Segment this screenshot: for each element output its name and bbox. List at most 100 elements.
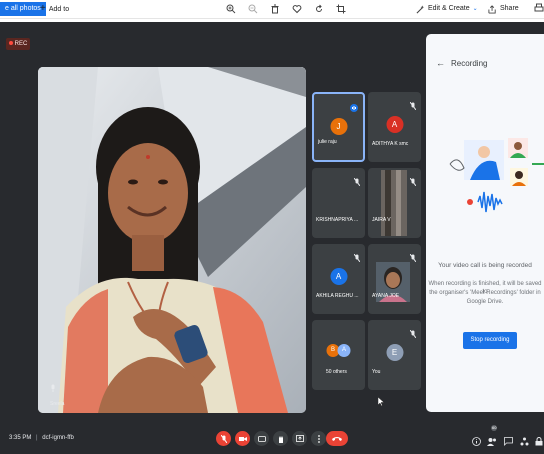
photos-toolbar: e all photos + Add to Edit & Create ⌄ Sha… — [0, 0, 544, 19]
meeting-control-bar: 3:35 PM | dcf-igmn-ffb 60 — [0, 425, 544, 454]
crop-icon — [336, 4, 346, 14]
zoom-in-icon — [226, 4, 236, 14]
rec-badge: REC — [6, 38, 30, 50]
present-icon — [295, 435, 304, 442]
zoom-out-button[interactable] — [242, 1, 264, 17]
edit-create-button[interactable]: Edit & Create ⌄ — [416, 2, 478, 16]
participant-name: 50 others — [326, 369, 347, 375]
share-label: Share — [500, 5, 519, 12]
plus-icon: + — [40, 3, 46, 14]
participant-tile-julie[interactable]: J julie raju — [312, 92, 365, 162]
phone-hangup-icon — [332, 437, 342, 441]
add-to-label: Add to — [48, 6, 70, 13]
share-button[interactable]: Share — [488, 2, 519, 16]
participant-tile-jaira[interactable]: JAIRA V — [368, 168, 421, 238]
people-icon — [487, 438, 496, 446]
activities-button[interactable] — [520, 433, 529, 451]
panel-header: ← Recording — [436, 58, 487, 68]
share-icon — [488, 4, 496, 14]
crop-button[interactable] — [330, 1, 352, 17]
mic-off-icon — [409, 249, 417, 267]
present-button[interactable] — [292, 431, 307, 446]
speaking-indicator-icon — [350, 99, 358, 117]
see-all-photos-button[interactable]: e all photos — [0, 2, 46, 16]
recording-message-title: Your video call is being recorded — [438, 262, 532, 269]
hand-icon — [278, 435, 283, 443]
people-button[interactable]: 60 — [487, 425, 498, 451]
delete-button[interactable] — [264, 1, 286, 17]
participant-name: ADITHYA K smc — [372, 141, 409, 147]
favorite-button[interactable] — [286, 1, 308, 17]
mic-off-icon — [353, 173, 361, 191]
others-tile[interactable]: B A 50 others — [312, 320, 365, 390]
avatar: J — [330, 118, 347, 135]
participant-name: You — [372, 369, 381, 375]
stop-recording-button[interactable]: Stop recording — [463, 332, 517, 349]
viewer-tools — [220, 1, 352, 17]
mic-toggle-button[interactable] — [216, 431, 231, 446]
trash-icon — [271, 4, 279, 14]
print-icon — [534, 3, 544, 12]
more-vert-icon — [317, 434, 320, 443]
leave-call-button[interactable] — [326, 431, 348, 446]
meeting-window: REC Sreela J julie raju A ADITHYA K smc … — [0, 22, 544, 454]
participant-name: julie raju — [318, 139, 337, 145]
print-button[interactable] — [534, 3, 544, 15]
zoom-in-button[interactable] — [220, 1, 242, 17]
lock-button[interactable] — [535, 433, 543, 451]
mic-off-icon — [50, 379, 56, 397]
participant-video — [38, 67, 306, 413]
more-options-button[interactable] — [311, 431, 326, 446]
meeting-time: 3:35 PM — [9, 435, 32, 441]
recording-illustration — [449, 138, 544, 213]
captions-icon — [257, 435, 266, 442]
participant-name: AKHILA REGHU ... — [316, 293, 359, 299]
raise-hand-button[interactable] — [273, 431, 288, 446]
lock-icon — [535, 437, 543, 446]
record-dot-icon — [8, 41, 13, 46]
meeting-separator: | — [36, 435, 38, 441]
avatar: E — [386, 344, 403, 361]
participant-tile-ayana[interactable]: AYANA JOE — [368, 244, 421, 314]
rec-label: REC — [14, 41, 28, 47]
magic-edit-icon — [416, 4, 425, 13]
mic-off-icon — [409, 325, 417, 343]
avatar: A — [337, 344, 351, 357]
chat-button[interactable] — [504, 433, 513, 451]
mic-off-icon — [409, 173, 417, 191]
captions-button[interactable] — [254, 431, 269, 446]
participant-tile-adithya[interactable]: A ADITHYA K smc — [368, 92, 421, 162]
self-tile[interactable]: E You — [368, 320, 421, 390]
camera-toggle-button[interactable] — [235, 431, 250, 446]
activities-icon — [520, 437, 529, 446]
avatar: A — [330, 268, 347, 285]
back-arrow-icon[interactable]: ← — [436, 58, 445, 68]
participant-name: KRISHNAPRIYA ... — [316, 217, 359, 223]
main-video-tile[interactable]: Sreela — [38, 67, 306, 413]
chevron-down-icon: ⌄ — [472, 6, 478, 12]
meeting-code: dcf-igmn-ffb — [42, 435, 74, 441]
camera-off-icon — [238, 436, 247, 441]
mic-off-icon — [409, 97, 417, 115]
people-count-badge: 60 — [491, 425, 498, 431]
participant-video — [381, 170, 407, 236]
participant-name: JAIRA V — [372, 217, 391, 223]
rotate-button[interactable] — [308, 1, 330, 17]
chat-icon — [504, 437, 513, 446]
mouse-cursor-icon — [378, 397, 384, 406]
main-tile-name: Sreela — [50, 401, 65, 407]
add-to-button[interactable]: + Add to — [40, 2, 69, 17]
rotate-icon — [316, 4, 322, 12]
meeting-details-button[interactable] — [472, 433, 481, 451]
recording-panel: ← Recording Your video call is being rec… — [426, 34, 544, 412]
mic-off-icon — [353, 249, 361, 267]
panel-title: Recording — [451, 58, 488, 68]
edit-create-label: Edit & Create — [428, 5, 470, 12]
mic-off-icon — [220, 434, 227, 443]
participant-tile-akhila[interactable]: A AKHILA REGHU ... — [312, 244, 365, 314]
participant-tile-krishnapriya[interactable]: KRISHNAPRIYA ... — [312, 168, 365, 238]
participant-name: AYANA JOE — [372, 293, 400, 299]
meeting-info: 3:35 PM | dcf-igmn-ffb — [9, 435, 74, 441]
recording-message-line-3: Google Drive. — [466, 299, 504, 305]
zoom-out-icon — [248, 4, 258, 14]
